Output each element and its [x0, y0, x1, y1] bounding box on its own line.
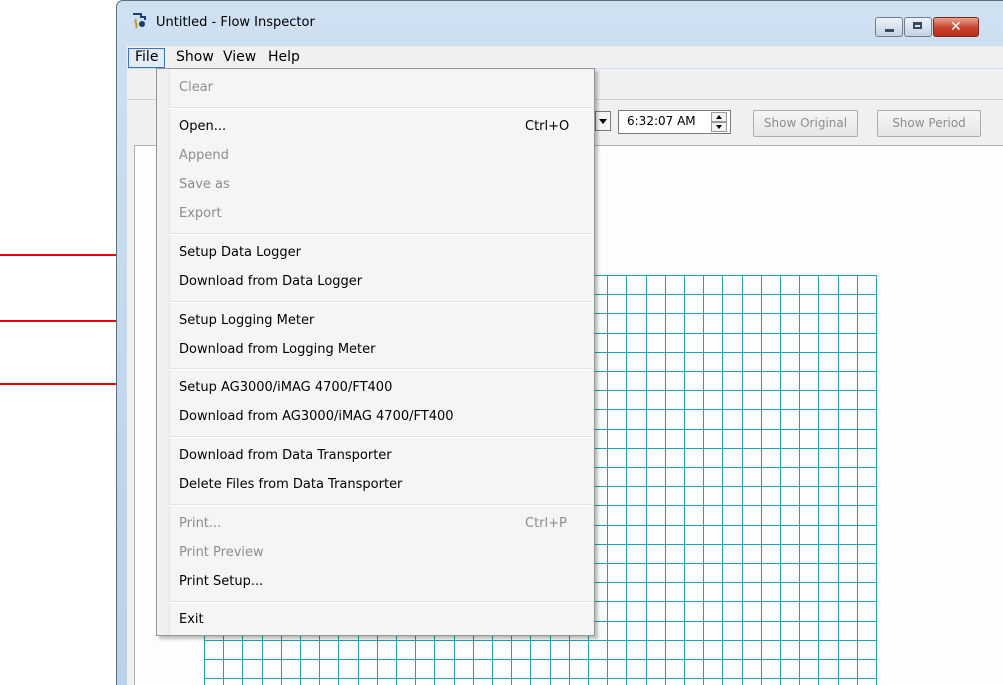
shortcut-open: Ctrl+O	[525, 119, 570, 134]
show-original-button[interactable]: Show Original	[753, 110, 858, 137]
menu-show[interactable]: Show	[170, 48, 220, 66]
menu-item-exit[interactable]: Exit	[179, 610, 204, 630]
maximize-icon	[913, 22, 922, 29]
app-icon	[133, 13, 146, 29]
menu-item-download-ag3000[interactable]: Download from AG3000/iMAG 4700/FT400	[179, 407, 454, 427]
close-icon: ✕	[950, 19, 962, 35]
file-menu: Clear Open... Ctrl+O Append Save as Expo…	[156, 68, 595, 636]
menu-help[interactable]: Help	[262, 48, 306, 66]
menu-item-delete-transporter[interactable]: Delete Files from Data Transporter	[179, 475, 402, 495]
menu-separator	[169, 601, 592, 603]
title-bar[interactable]: Untitled - Flow Inspector ✕	[117, 1, 1003, 43]
window-title: Untitled - Flow Inspector	[156, 15, 315, 30]
menu-gutter	[157, 69, 170, 635]
menu-item-open[interactable]: Open...	[179, 117, 226, 137]
shortcut-print: Ctrl+P	[525, 516, 567, 531]
menu-file[interactable]: File	[128, 48, 166, 68]
menu-separator	[169, 233, 592, 235]
time-value[interactable]: 6:32:07 AM	[627, 114, 696, 128]
menu-item-append[interactable]: Append	[179, 146, 229, 166]
menu-item-setup-data-logger[interactable]: Setup Data Logger	[179, 243, 301, 263]
dropdown-arrow-icon[interactable]	[595, 111, 611, 131]
menu-item-print-preview[interactable]: Print Preview	[179, 543, 264, 563]
menu-item-print[interactable]: Print...	[179, 514, 221, 534]
menu-separator	[169, 107, 592, 109]
menu-separator	[169, 504, 592, 506]
menu-item-download-transporter[interactable]: Download from Data Transporter	[179, 446, 392, 466]
close-button[interactable]: ✕	[933, 17, 979, 37]
spin-down-icon[interactable]	[711, 122, 727, 132]
menu-separator	[169, 368, 592, 370]
show-period-button[interactable]: Show Period	[877, 110, 981, 137]
minimize-icon	[885, 29, 894, 32]
menu-bar: File Show View Help	[127, 46, 1003, 68]
menu-item-setup-ag3000[interactable]: Setup AG3000/iMAG 4700/FT400	[179, 378, 392, 398]
spin-up-icon[interactable]	[711, 112, 727, 122]
menu-item-download-logging-meter[interactable]: Download from Logging Meter	[179, 340, 376, 360]
menu-separator	[169, 301, 592, 303]
menu-item-print-setup[interactable]: Print Setup...	[179, 572, 263, 592]
maximize-button[interactable]	[904, 17, 932, 37]
menu-item-export[interactable]: Export	[179, 204, 222, 224]
menu-item-setup-logging-meter[interactable]: Setup Logging Meter	[179, 311, 314, 331]
menu-item-clear[interactable]: Clear	[179, 78, 213, 98]
menu-item-save-as[interactable]: Save as	[179, 175, 230, 195]
menu-item-download-data-logger[interactable]: Download from Data Logger	[179, 272, 362, 292]
minimize-button[interactable]	[875, 17, 903, 37]
time-input[interactable]: 6:32:07 AM	[618, 110, 731, 134]
menu-separator	[169, 436, 592, 438]
menu-view[interactable]: View	[217, 48, 262, 66]
